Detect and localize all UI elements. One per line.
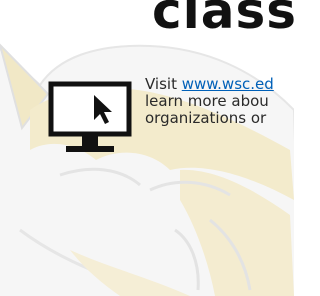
heading-fragment: class xyxy=(152,0,294,40)
wildcat-watermark-icon xyxy=(0,43,294,296)
document-page: class Visit www.wsc.ed learn more abou o… xyxy=(0,0,294,296)
info-line-3: organizations or xyxy=(145,109,267,127)
info-line-2: learn more abou xyxy=(145,92,269,110)
monitor-cursor-icon xyxy=(48,81,132,152)
visit-prefix: Visit xyxy=(145,75,182,93)
website-link[interactable]: www.wsc.ed xyxy=(182,75,274,93)
website-info-text: Visit www.wsc.ed learn more abou organiz… xyxy=(145,76,294,127)
